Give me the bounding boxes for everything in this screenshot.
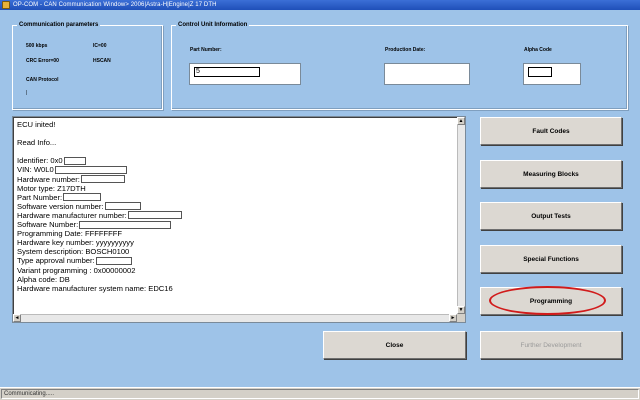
- communication-parameters-title: Communication parameters: [17, 22, 101, 28]
- type-approval-box: [95, 256, 132, 265]
- crc-error-value: CRC Error=00: [26, 58, 59, 64]
- status-text: Communicating.....: [1, 389, 639, 399]
- production-date-label: Production Date:: [385, 47, 426, 53]
- software-version-box: [104, 202, 141, 211]
- alpha-code-label: Alpha Code: [524, 47, 552, 53]
- alpha-code-field[interactable]: [523, 63, 581, 85]
- part-number-label: Part Number:: [190, 47, 222, 53]
- hardware-number-box: [80, 175, 125, 184]
- communication-parameters-group: Communication parameters 500 kbps IC=00 …: [12, 22, 163, 110]
- alpha-code-input[interactable]: [528, 67, 552, 77]
- measuring-blocks-button[interactable]: Measuring Blocks: [480, 160, 622, 188]
- special-functions-button[interactable]: Special Functions: [480, 245, 622, 273]
- part-number-input[interactable]: 5: [194, 67, 260, 77]
- scroll-left-icon[interactable]: ◄: [13, 314, 21, 322]
- can-protocol-label: CAN Protocol: [26, 77, 59, 83]
- log-line: Hardware manufacturer system name: EDC16: [17, 283, 173, 293]
- programming-button[interactable]: Programming: [480, 287, 622, 315]
- control-unit-information-group: Control Unit Information Part Number: 5 …: [171, 22, 628, 110]
- log-line: Hardware key number: yyyyyyyyyy: [17, 238, 134, 248]
- output-tests-button[interactable]: Output Tests: [480, 202, 622, 230]
- app-icon: [2, 1, 10, 9]
- ic-value: IC=00: [93, 43, 107, 49]
- vertical-scrollbar[interactable]: ▲ ▼: [457, 117, 465, 314]
- part-number-field[interactable]: 5: [189, 63, 301, 85]
- scroll-right-icon[interactable]: ►: [449, 314, 457, 322]
- log-line: Variant programming : 0x00000002: [17, 265, 136, 275]
- log-line: Read Info...: [17, 138, 57, 148]
- log-output-text: ECU inited! Read Info... Identifier: 0x0…: [17, 120, 455, 312]
- log-line: Identifier: 0x0: [17, 156, 455, 165]
- status-bar: Communicating.....: [0, 387, 640, 400]
- identifier-box: [63, 156, 86, 165]
- log-line: Part Number:: [17, 193, 455, 202]
- bus-type-value: HSCAN: [93, 58, 111, 64]
- scroll-down-icon[interactable]: ▼: [457, 306, 465, 314]
- scroll-corner: [457, 314, 465, 322]
- log-line: System description: BOSCH0100: [17, 247, 130, 257]
- log-line: Type approval number:: [17, 256, 455, 265]
- control-unit-information-title: Control Unit Information: [176, 22, 250, 28]
- log-line: Hardware number:: [17, 175, 455, 184]
- log-line: Software Number:: [17, 220, 455, 229]
- part-number-box: [63, 193, 102, 202]
- scroll-up-icon[interactable]: ▲: [457, 117, 465, 125]
- log-output-memo[interactable]: ECU inited! Read Info... Identifier: 0x0…: [12, 116, 466, 323]
- baud-rate-value: 500 kbps: [26, 43, 48, 49]
- log-line: Alpha code: DB: [17, 274, 70, 284]
- vin-box: [54, 166, 127, 175]
- production-date-field[interactable]: [384, 63, 470, 85]
- title-bar[interactable]: OP-COM - CAN Communication Window> 2006|…: [0, 0, 640, 10]
- horizontal-scrollbar[interactable]: ◄ ►: [13, 314, 457, 322]
- log-line: Programming Date: FFFFFFFF: [17, 229, 123, 239]
- can-protocol-value: |: [26, 90, 28, 96]
- log-line: VIN: W0L0: [17, 165, 455, 174]
- log-line: ECU inited!: [17, 120, 56, 129]
- log-line: Software version number:: [17, 202, 455, 211]
- fault-codes-button[interactable]: Fault Codes: [480, 117, 622, 145]
- further-development-button[interactable]: Further Development: [480, 331, 622, 359]
- hardware-manufacturer-number-box: [127, 211, 182, 220]
- software-number-box: [79, 220, 172, 229]
- log-line: Motor type: Z17DTH: [17, 183, 86, 193]
- window-title: OP-COM - CAN Communication Window> 2006|…: [13, 2, 217, 8]
- log-line: Hardware manufacturer number:: [17, 211, 455, 220]
- close-button[interactable]: Close: [323, 331, 466, 359]
